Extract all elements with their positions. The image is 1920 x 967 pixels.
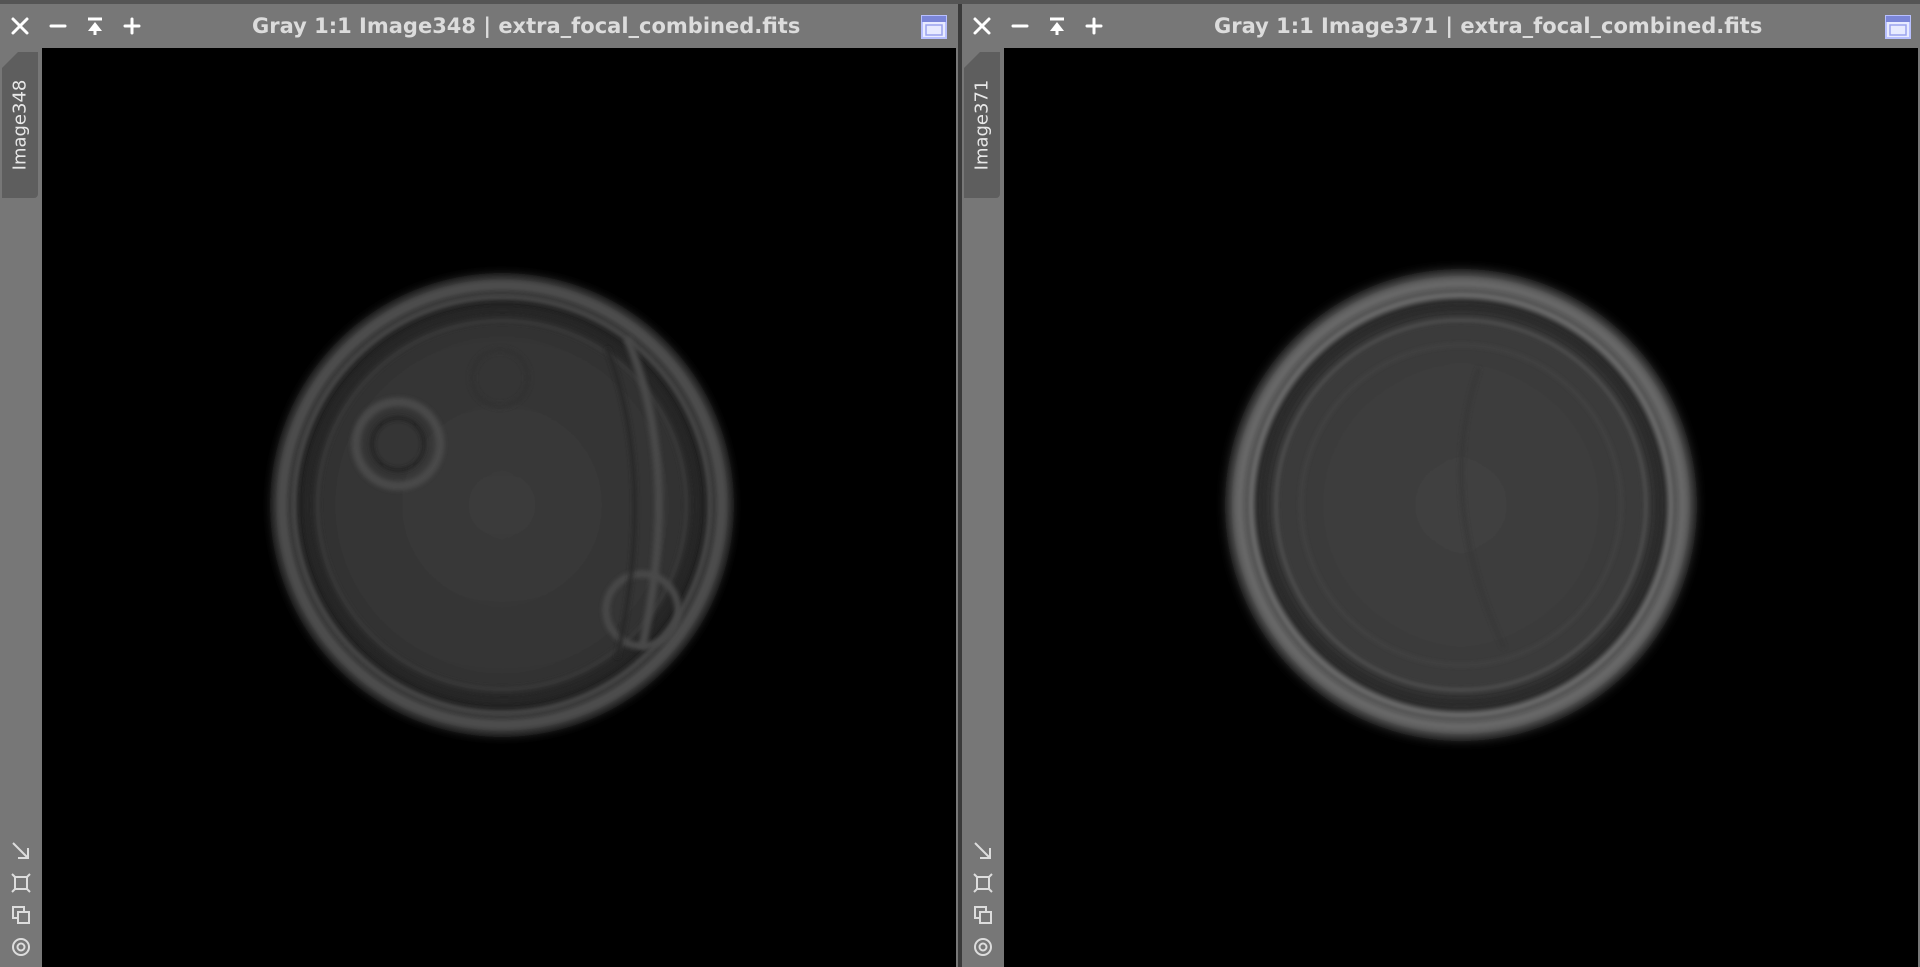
shade-icon[interactable] xyxy=(81,12,109,40)
close-icon[interactable] xyxy=(968,12,996,40)
fit-window-icon[interactable] xyxy=(972,872,994,894)
minimize-icon[interactable] xyxy=(44,12,72,40)
close-icon[interactable] xyxy=(6,12,34,40)
window-sidebar: Image371 xyxy=(962,48,1002,967)
zoom-to-fit-icon[interactable] xyxy=(10,840,32,862)
image-window-371: Gray 1:1 Image371 | extra_focal_combined… xyxy=(962,4,1920,967)
fit-window-icon[interactable] xyxy=(10,872,32,894)
restore-window-icon[interactable] xyxy=(1884,14,1912,40)
view-tab-label: Image371 xyxy=(971,79,993,171)
window-titlebar[interactable]: Gray 1:1 Image371 | extra_focal_combined… xyxy=(962,4,1920,48)
image-viewport[interactable] xyxy=(1004,48,1918,967)
extra-focal-star-image xyxy=(270,273,734,737)
extra-focal-star-image xyxy=(1225,269,1697,741)
view-tab-label: Image348 xyxy=(9,79,31,171)
view-tab[interactable]: Image371 xyxy=(964,52,1000,198)
view-tab[interactable]: Image348 xyxy=(2,52,38,198)
window-title: Gray 1:1 Image371 | extra_focal_combined… xyxy=(1214,14,1763,38)
center-target-icon[interactable] xyxy=(972,936,994,958)
clone-icon[interactable] xyxy=(972,904,994,926)
shade-icon[interactable] xyxy=(1043,12,1071,40)
center-target-icon[interactable] xyxy=(10,936,32,958)
plus-icon[interactable] xyxy=(1080,12,1108,40)
plus-icon[interactable] xyxy=(118,12,146,40)
image-viewport[interactable] xyxy=(42,48,956,967)
zoom-to-fit-icon[interactable] xyxy=(972,840,994,862)
window-sidebar: Image348 xyxy=(0,48,40,967)
clone-icon[interactable] xyxy=(10,904,32,926)
window-title: Gray 1:1 Image348 | extra_focal_combined… xyxy=(252,14,801,38)
minimize-icon[interactable] xyxy=(1006,12,1034,40)
window-titlebar[interactable]: Gray 1:1 Image348 | extra_focal_combined… xyxy=(0,4,958,48)
image-window-348: Gray 1:1 Image348 | extra_focal_combined… xyxy=(0,4,958,967)
restore-window-icon[interactable] xyxy=(920,14,948,40)
